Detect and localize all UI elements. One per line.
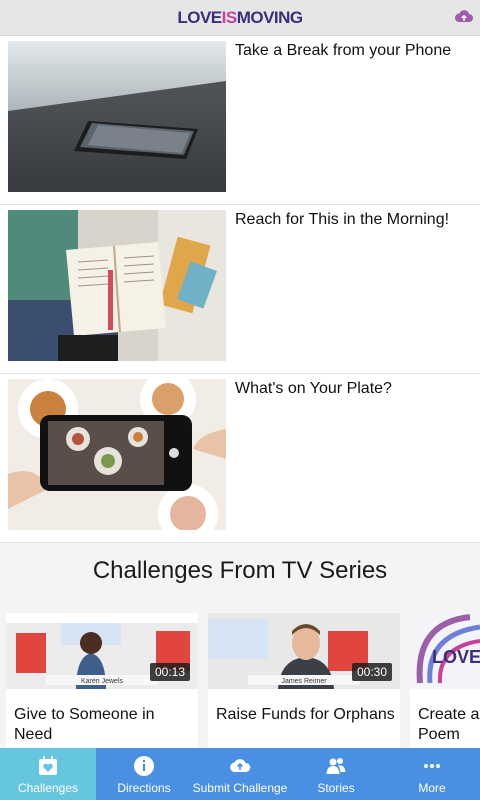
challenge-list: Take a Break from your Phone Reach for T… <box>0 36 480 543</box>
tab-more[interactable]: More <box>384 748 480 800</box>
challenge-card[interactable]: Take a Break from your Phone <box>0 36 480 205</box>
tab-label: Stories <box>317 781 355 795</box>
video-thumbnail: James Reimer 00:30 <box>208 613 400 689</box>
bottom-tab-bar: Challenges Directions Submit Challenge S… <box>0 748 480 800</box>
calendar-heart-icon <box>39 756 57 775</box>
tab-label: Challenges <box>17 781 79 795</box>
tv-series-section: Challenges From TV Series Karen Jewels 0… <box>0 543 480 748</box>
cloud-upload-icon <box>230 759 251 772</box>
section-title: Challenges From TV Series <box>92 557 388 584</box>
video-card[interactable]: LOVE Create a Poem <box>410 613 480 748</box>
challenge-title[interactable]: What's on Your Plate? <box>235 380 392 398</box>
challenge-title[interactable]: Take a Break from your Phone <box>235 42 451 60</box>
info-icon <box>134 756 154 776</box>
thumbnail-logo-text: LOVE <box>432 647 480 667</box>
app-header: LOVEISMOVING <box>0 0 480 36</box>
lower-third-name: James Reimer <box>281 678 327 685</box>
video-title[interactable]: Give to Someone in Need <box>14 705 194 745</box>
more-dots-icon <box>424 764 440 768</box>
logo-text-is: IS <box>221 8 238 27</box>
video-title[interactable]: Create a Poem <box>418 705 480 745</box>
video-duration: 00:30 <box>351 663 392 681</box>
cloud-upload-icon[interactable] <box>454 9 474 25</box>
video-thumbnail: Karen Jewels 00:13 <box>6 613 198 689</box>
challenge-thumbnail-phone <box>8 41 226 192</box>
challenge-thumbnail-food <box>8 379 226 530</box>
video-title[interactable]: Raise Funds for Orphans <box>216 705 396 725</box>
logo-text-moving: MOVING <box>236 8 303 27</box>
video-duration: 00:13 <box>149 663 190 681</box>
challenge-card[interactable]: What's on Your Plate? <box>0 374 480 543</box>
tab-challenges[interactable]: Challenges <box>0 748 96 800</box>
video-card[interactable]: James Reimer 00:30 Raise Funds for Orpha… <box>208 613 400 748</box>
tab-stories[interactable]: Stories <box>288 748 384 800</box>
challenge-card[interactable]: Reach for This in the Morning! <box>0 205 480 374</box>
tab-label: Directions <box>117 781 171 795</box>
app-logo: LOVEISMOVING <box>0 8 480 28</box>
logo-text-love: LOVE <box>177 8 222 27</box>
video-card[interactable]: Karen Jewels 00:13 Give to Someone in Ne… <box>6 613 198 748</box>
tab-label: More <box>418 781 446 795</box>
challenge-title[interactable]: Reach for This in the Morning! <box>235 211 449 229</box>
tab-label: Submit Challenge <box>192 781 288 795</box>
lower-third-name: Karen Jewels <box>81 678 124 685</box>
tab-directions[interactable]: Directions <box>96 748 192 800</box>
challenge-thumbnail-bible <box>8 210 226 361</box>
tab-submit-challenge[interactable]: Submit Challenge <box>192 748 288 800</box>
people-icon <box>326 758 346 774</box>
video-thumbnail: LOVE <box>410 613 480 689</box>
